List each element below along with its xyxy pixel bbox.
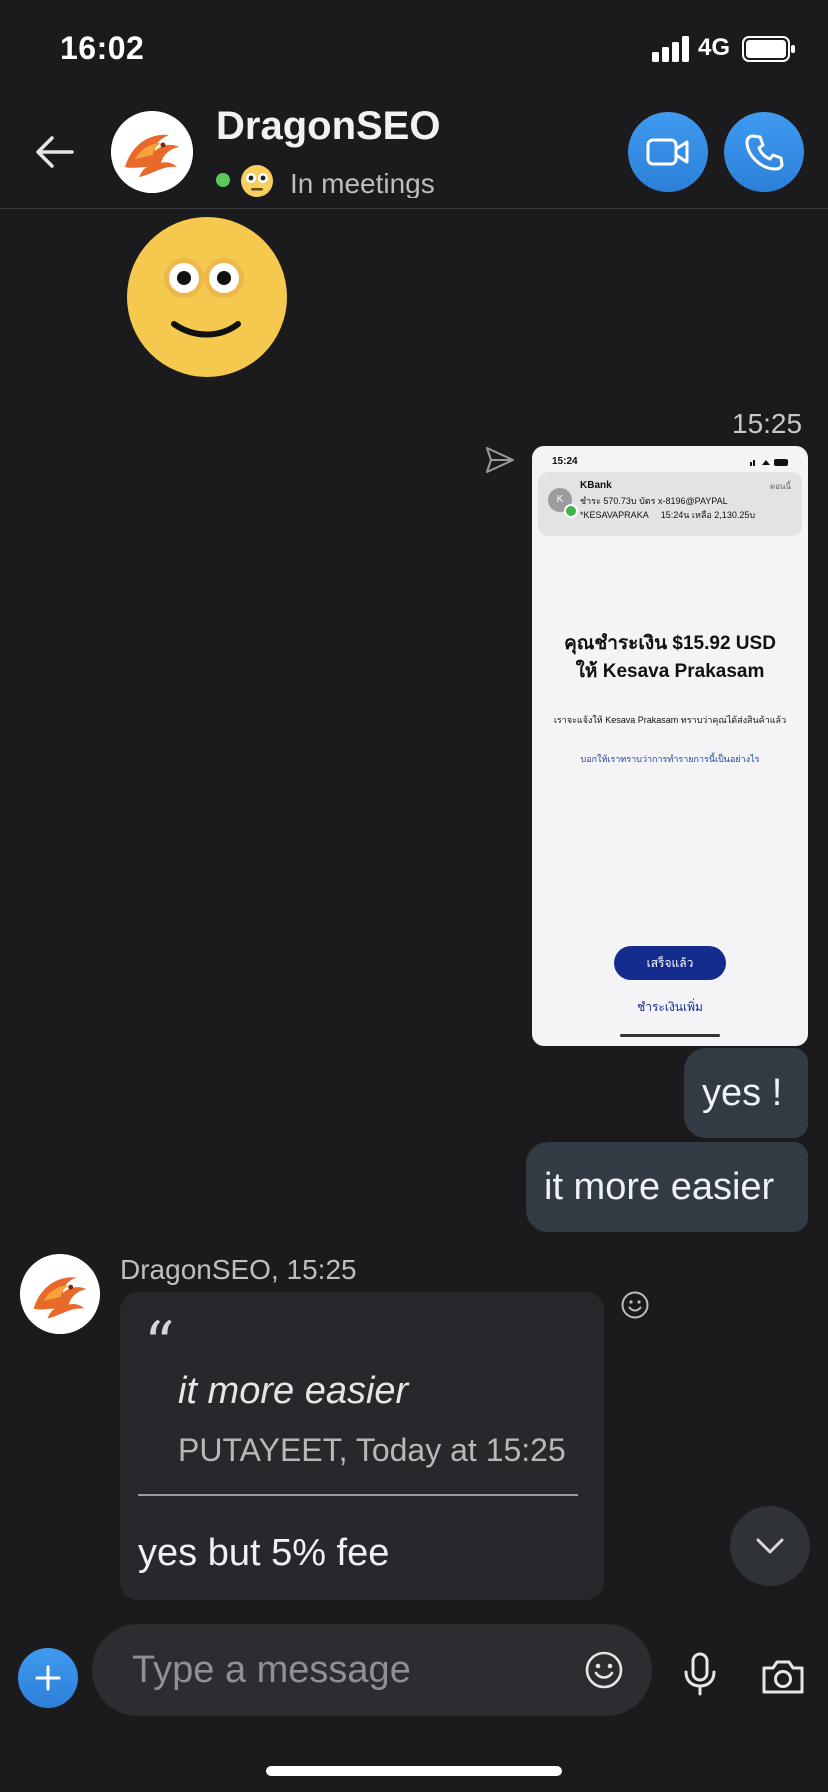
- message-timestamp: 15:25: [732, 408, 803, 439]
- battery-icon: [742, 36, 795, 62]
- ss-notif-app: KBank: [580, 480, 612, 491]
- emoji-picker-icon[interactable]: [584, 1650, 624, 1690]
- quote-divider: [138, 1494, 578, 1496]
- message-text: it more easier: [544, 1166, 775, 1208]
- home-indicator: [266, 1766, 562, 1776]
- ss-heading-line2: ให้ Kesava Prakasam: [575, 661, 765, 682]
- ss-notification: K KBank ตอนนี้ ชำระ 570.73บ บัตร x-8196@…: [538, 472, 802, 536]
- sender-avatar[interactable]: [20, 1254, 100, 1334]
- back-arrow-icon[interactable]: [32, 130, 76, 174]
- ss-heading: คุณชำระเงิน $15.92 USD ให้ Kesava Prakas…: [532, 630, 808, 686]
- microphone-icon[interactable]: [680, 1652, 720, 1696]
- chevron-down-icon: [756, 1538, 784, 1554]
- sender-meta: DragonSEO, 15:25: [120, 1254, 357, 1285]
- camera-icon[interactable]: [760, 1656, 806, 1696]
- ss-notif-line2: *KESAVAPRAKA 15:24น เหลือ 2,130.25บ: [580, 510, 756, 520]
- quote-mark-icon: “: [144, 1309, 175, 1379]
- smiley-sticker-icon[interactable]: [126, 216, 288, 378]
- ss-bank-badge: [564, 504, 578, 518]
- ss-time: 15:24: [552, 456, 578, 467]
- dragon-logo-icon: [111, 111, 193, 193]
- video-camera-icon: [646, 138, 689, 166]
- contact-presence: In meetings: [290, 168, 435, 198]
- add-reaction-icon[interactable]: [620, 1290, 650, 1320]
- add-attachment-button[interactable]: [18, 1648, 78, 1708]
- online-status-dot: [216, 173, 230, 187]
- phone-icon: [745, 134, 784, 171]
- sent-arrow-icon: [486, 447, 514, 473]
- ss-notif-line1: ชำระ 570.73บ บัตร x-8196@PAYPAL: [580, 496, 728, 506]
- contact-name: DragonSEO: [216, 104, 441, 148]
- dragon-logo-icon: [20, 1254, 100, 1334]
- message-input[interactable]: [130, 1644, 554, 1696]
- message-composer[interactable]: [92, 1624, 652, 1716]
- flushed-face-icon: [241, 165, 273, 197]
- message-text: yes !: [702, 1072, 783, 1114]
- ss-pay-more: ชำระเงินเพิ่ม: [637, 1000, 703, 1014]
- incoming-message-bubble[interactable]: “ it more easier PUTAYEET, Today at 15:2…: [120, 1292, 604, 1600]
- ss-body: เราจะแจ้งให้ Kesava Prakasam ทราบว่าคุณไ…: [553, 715, 787, 725]
- ss-link: บอกให้เราทราบว่าการทำรายการนี้เป็นอย่างไ…: [580, 754, 760, 764]
- header-divider: [0, 208, 828, 209]
- status-time: 16:02: [60, 30, 145, 66]
- ss-notif-when: ตอนนี้: [770, 482, 791, 491]
- ss-status-icons: [750, 459, 788, 466]
- signal-icon: [652, 36, 689, 62]
- message-text: yes but 5% fee: [138, 1532, 390, 1574]
- image-attachment[interactable]: 15:24 K KBank ตอนนี้ ชำระ 570.73บ บัตร x…: [532, 446, 808, 1046]
- scroll-to-bottom-button[interactable]: [730, 1506, 810, 1586]
- outgoing-message-bubble[interactable]: it more easier: [526, 1142, 808, 1232]
- ss-done-button: เสร็จแล้ว: [614, 946, 726, 980]
- video-call-button[interactable]: [628, 112, 708, 192]
- audio-call-button[interactable]: [724, 112, 804, 192]
- quoted-message-author: PUTAYEET, Today at 15:25: [178, 1432, 566, 1468]
- ss-heading-line1: คุณชำระเงิน $15.92 USD: [564, 633, 776, 654]
- plus-icon: [35, 1665, 61, 1691]
- ss-home-indicator: [620, 1034, 720, 1037]
- outgoing-message-bubble[interactable]: yes !: [684, 1048, 808, 1138]
- contact-avatar[interactable]: [111, 111, 193, 193]
- quoted-message-text: it more easier: [178, 1370, 409, 1412]
- network-type: 4G: [698, 34, 731, 61]
